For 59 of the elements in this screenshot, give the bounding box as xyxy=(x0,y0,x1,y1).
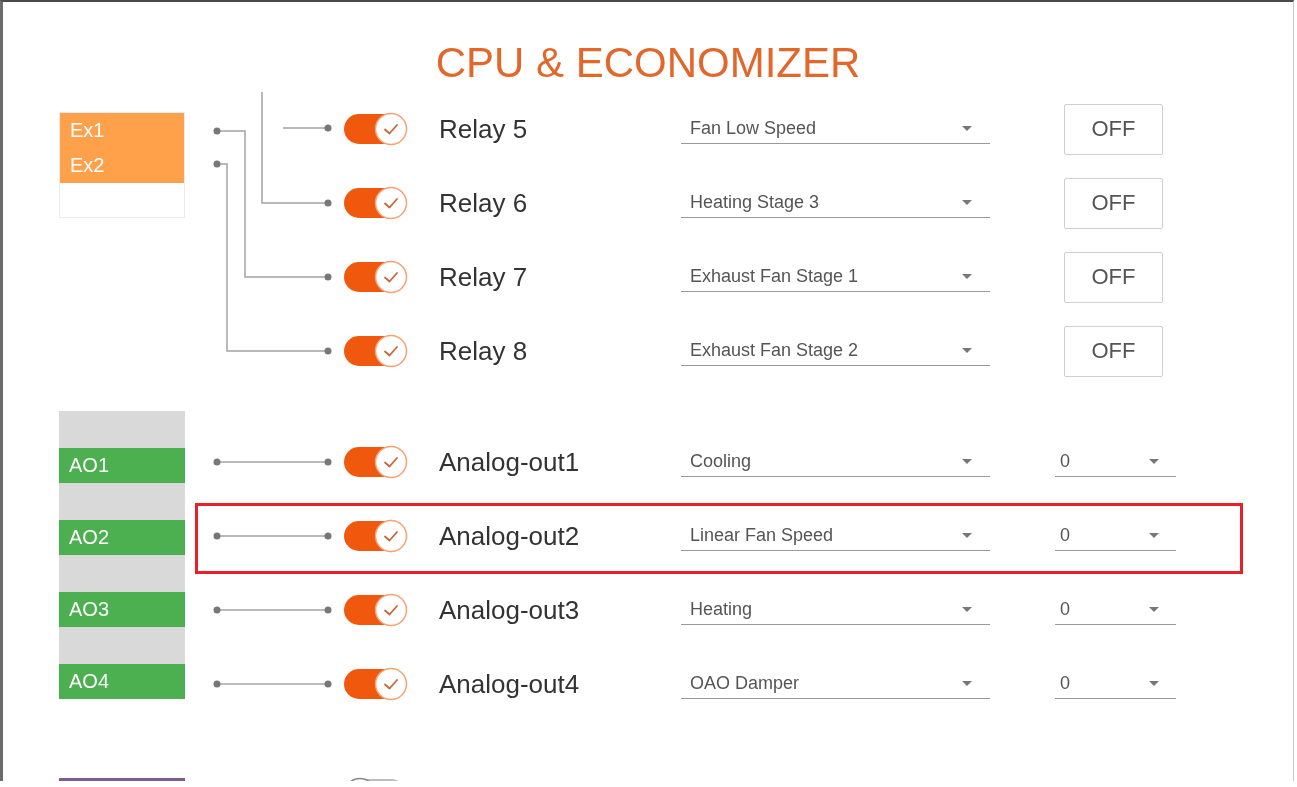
check-icon xyxy=(384,457,398,468)
function-dropdown[interactable]: Exhaust Fan Stage 1 xyxy=(681,262,990,292)
toggle-switch[interactable] xyxy=(343,667,409,701)
toggle-switch[interactable] xyxy=(343,519,409,553)
value-dropdown[interactable]: 0 xyxy=(1055,521,1176,551)
output-label: Analog-out3 xyxy=(439,594,581,626)
caret-icon xyxy=(962,681,972,686)
caret-icon xyxy=(962,348,972,353)
check-icon xyxy=(384,346,398,357)
caret-icon xyxy=(1149,607,1159,612)
output-state-button[interactable]: OFF xyxy=(1064,325,1163,377)
caret-icon xyxy=(1149,681,1159,686)
output-state-button[interactable]: OFF xyxy=(1064,103,1163,155)
toggle-switch[interactable] xyxy=(343,186,409,220)
value-dropdown[interactable]: 0 xyxy=(1055,595,1176,625)
dialog-title: CPU & ECONOMIZER xyxy=(434,38,862,88)
caret-icon xyxy=(962,126,972,131)
port-tag: Ex2 xyxy=(60,148,184,183)
function-dropdown[interactable]: OAO Damper xyxy=(681,669,990,699)
caret-icon xyxy=(1149,533,1159,538)
output-label: Analog-out4 xyxy=(439,668,581,700)
check-icon xyxy=(384,124,398,135)
output-label: Relay 5 xyxy=(439,113,529,145)
value-dropdown[interactable]: 0 xyxy=(1055,669,1176,699)
output-label: Relay 8 xyxy=(439,335,529,367)
port-tag: AO1 xyxy=(59,448,185,483)
output-state-button[interactable]: OFF xyxy=(1064,177,1163,229)
toggle-switch[interactable] xyxy=(343,260,409,294)
function-dropdown[interactable]: Cooling xyxy=(681,447,990,477)
port-tag: AO4 xyxy=(59,664,185,699)
function-dropdown[interactable]: Heating xyxy=(681,595,990,625)
toggle-switch[interactable] xyxy=(343,112,409,146)
output-label: Analog-out1 xyxy=(439,446,581,478)
port-tag: AO2 xyxy=(59,520,185,555)
function-dropdown[interactable]: Linear Fan Speed xyxy=(681,521,990,551)
output-label: Relay 7 xyxy=(439,261,529,293)
caret-icon xyxy=(962,274,972,279)
output-state-button[interactable]: OFF xyxy=(1064,251,1163,303)
toggle-switch[interactable] xyxy=(343,445,409,479)
output-label: Relay 6 xyxy=(439,187,529,219)
port-tag: Ex1 xyxy=(60,113,184,148)
port-tag: AO3 xyxy=(59,592,185,627)
check-icon xyxy=(384,198,398,209)
function-dropdown[interactable]: Heating Stage 3 xyxy=(681,188,990,218)
function-dropdown[interactable]: Fan Low Speed xyxy=(681,114,990,144)
toggle-switch[interactable] xyxy=(343,334,409,368)
caret-icon xyxy=(962,459,972,464)
check-icon xyxy=(384,605,398,616)
caret-icon xyxy=(1149,459,1159,464)
output-label: Analog-out2 xyxy=(439,520,581,552)
check-icon xyxy=(384,531,398,542)
value-dropdown[interactable]: 0 xyxy=(1055,447,1176,477)
toggle-switch[interactable] xyxy=(343,593,409,627)
check-icon xyxy=(384,679,398,690)
caret-icon xyxy=(962,533,972,538)
check-icon xyxy=(384,272,398,283)
function-dropdown[interactable]: Exhaust Fan Stage 2 xyxy=(681,336,990,366)
caret-icon xyxy=(962,607,972,612)
caret-icon xyxy=(962,200,972,205)
